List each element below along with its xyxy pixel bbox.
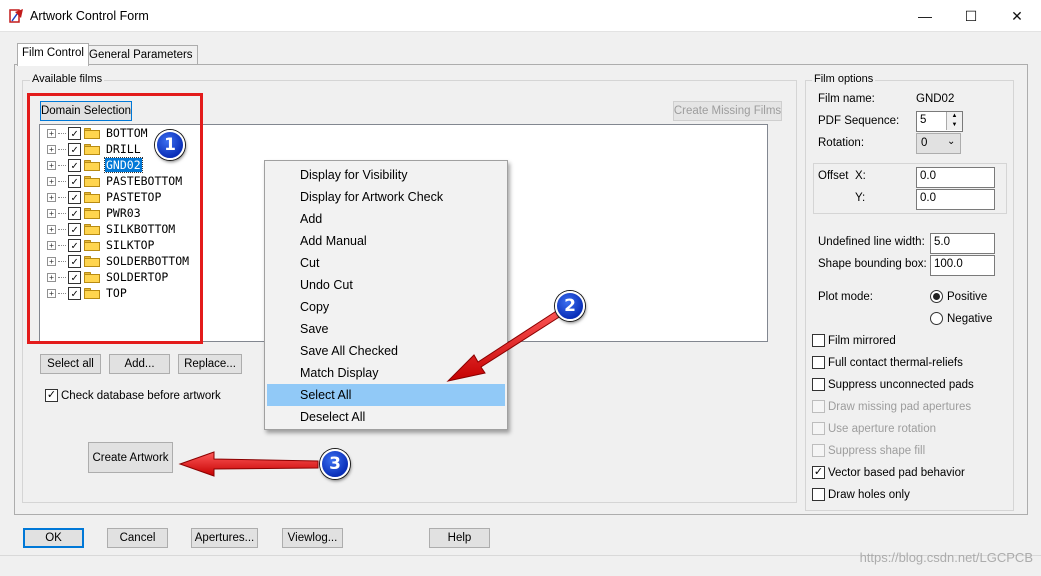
annotation-arrow-3 (178, 451, 319, 477)
annotation-arrows (178, 307, 565, 477)
annotation-arrow-2 (446, 307, 565, 382)
annotation-badge-2: 2 (555, 291, 585, 321)
annotation-badge-3: 3 (320, 449, 350, 479)
tab-film-control[interactable]: Film Control (17, 43, 89, 66)
annotation-badge-1: 1 (155, 130, 185, 160)
